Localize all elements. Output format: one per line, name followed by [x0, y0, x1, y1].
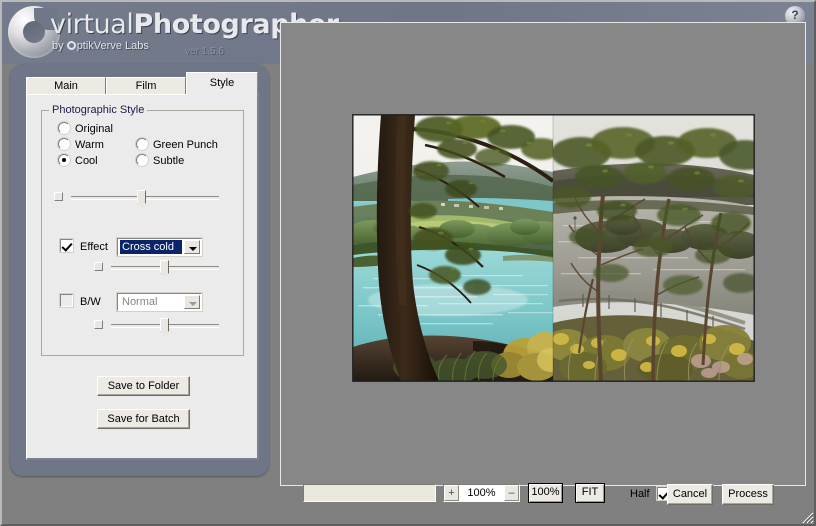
preview-image[interactable]: [352, 114, 755, 382]
style-tab-panel: Photographic Style Original Warm Cool Gr…: [26, 94, 259, 460]
radio-subtle-icon[interactable]: [136, 154, 148, 166]
save-to-folder-button[interactable]: Save to Folder: [97, 376, 190, 396]
progress-bar: [303, 484, 436, 502]
zoom-value: 100%: [467, 487, 496, 499]
cancel-button[interactable]: Cancel: [667, 484, 713, 505]
brand-virtual: virtual: [50, 9, 134, 40]
radio-warm[interactable]: Warm: [58, 138, 104, 151]
style-slider-thumb[interactable]: [137, 190, 146, 208]
radio-original-icon[interactable]: [58, 122, 70, 134]
half-preview-toggle[interactable]: Half: [630, 487, 670, 500]
save-for-batch-button[interactable]: Save for Batch: [97, 409, 190, 429]
zoom-fit-button[interactable]: FIT: [575, 483, 605, 503]
radio-green-punch-icon[interactable]: [136, 138, 148, 150]
style-slider-reset-nub[interactable]: [54, 192, 63, 201]
application-window: virtualPhotographer by ptikVerve Labs ve…: [0, 0, 816, 526]
effect-combo-value: Cross cold: [120, 240, 182, 254]
effect-intensity-slider[interactable]: [94, 259, 219, 278]
photographic-style-group: Photographic Style Original Warm Cool Gr…: [41, 104, 244, 356]
effect-chevron-down-icon[interactable]: [184, 240, 200, 254]
tab-style[interactable]: Style: [186, 72, 258, 95]
radio-cool-label: Cool: [75, 155, 98, 167]
bw-checkbox[interactable]: [60, 294, 73, 307]
radio-original-label: Original: [75, 123, 113, 135]
left-panel-shell: Main Film Style Photographic Style Origi…: [10, 64, 269, 476]
zoom-in-button[interactable]: +: [444, 485, 459, 501]
byline-optik: ptikVerve Labs: [76, 40, 149, 52]
bw-intensity-slider[interactable]: [94, 317, 219, 336]
optikverve-o-icon: [66, 41, 76, 50]
tab-film[interactable]: Film: [106, 77, 186, 94]
style-intensity-slider[interactable]: [54, 189, 219, 208]
app-byline: by ptikVerve Labs: [52, 40, 149, 52]
radio-green-punch-label: Green Punch: [153, 139, 218, 151]
tab-strip: Main Film Style: [26, 72, 258, 95]
radio-subtle-label: Subtle: [153, 155, 185, 167]
preview-image-svg: [353, 115, 754, 381]
photographic-style-title: Photographic Style: [49, 104, 148, 116]
bw-slider-thumb[interactable]: [160, 318, 169, 336]
bw-label: B/W: [80, 296, 101, 308]
radio-cool[interactable]: Cool: [58, 154, 98, 167]
radio-warm-label: Warm: [75, 139, 104, 151]
radio-green-punch[interactable]: Green Punch: [136, 138, 218, 151]
bw-slider-reset-nub[interactable]: [94, 320, 103, 329]
effect-combo[interactable]: Cross cold: [117, 238, 202, 256]
effect-slider-thumb[interactable]: [160, 260, 169, 278]
radio-subtle[interactable]: Subtle: [136, 154, 184, 167]
resize-grip-icon[interactable]: [800, 510, 814, 524]
effect-checkbox[interactable]: [60, 239, 73, 252]
zoom-stepper[interactable]: + 100% –: [443, 484, 520, 502]
version-label: ver 1.5.6: [185, 46, 224, 57]
process-button[interactable]: Process: [722, 484, 774, 505]
effect-slider-reset-nub[interactable]: [94, 262, 103, 271]
radio-original[interactable]: Original: [58, 122, 113, 135]
half-label: Half: [630, 488, 650, 500]
zoom-100-button[interactable]: 100%: [528, 483, 563, 503]
bw-combo[interactable]: Normal: [117, 293, 202, 311]
zoom-out-button[interactable]: –: [504, 485, 519, 501]
bw-combo-value: Normal: [122, 296, 158, 308]
effect-label: Effect: [80, 241, 108, 253]
byline-prefix: by: [52, 40, 67, 52]
radio-cool-icon[interactable]: [58, 154, 70, 166]
bw-chevron-down-icon[interactable]: [184, 295, 200, 309]
radio-warm-icon[interactable]: [58, 138, 70, 150]
tab-main[interactable]: Main: [26, 77, 106, 94]
